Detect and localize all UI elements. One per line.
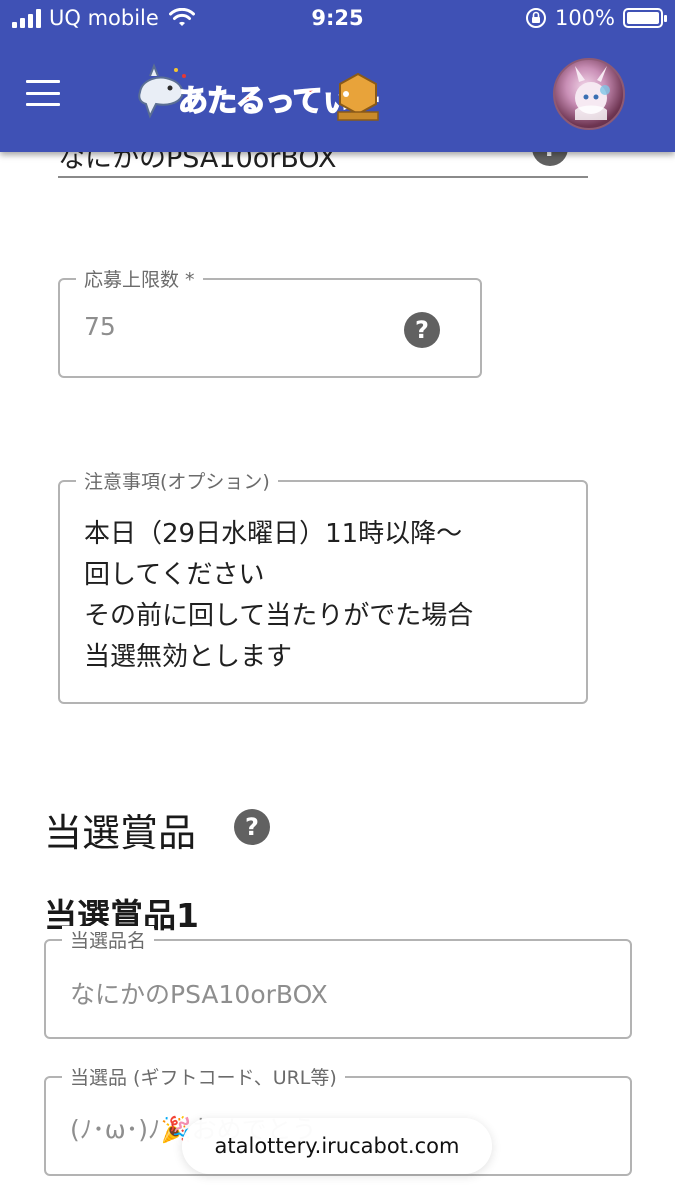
app-header: UQ mobile 9:25 100% あたるってぃー [0, 0, 675, 152]
notes-line: 回してください [84, 560, 265, 590]
notes-label: 注意事項(オプション) [76, 467, 278, 494]
url-text: atalottery.irucabot.com [214, 1134, 460, 1158]
avatar-image [575, 66, 610, 120]
lottery-machine-icon [337, 72, 379, 121]
prizes-section-title: 当選賞品 [44, 811, 197, 855]
status-bar: UQ mobile 9:25 100% [0, 0, 675, 40]
browser-url-bar[interactable]: atalottery.irucabot.com [182, 1118, 492, 1174]
max-entries-label: 応募上限数 * [76, 265, 203, 292]
prizes-help-icon[interactable]: ? [234, 809, 270, 845]
prize-name-field[interactable]: 当選品名 なにかのPSA10orBOX [44, 926, 632, 1039]
notes-line: 当選無効とします [84, 642, 293, 672]
battery-icon [623, 8, 667, 28]
app-logo[interactable]: あたるってぃー [132, 62, 382, 126]
prize-name-input[interactable]: なにかのPSA10orBOX [70, 975, 328, 1011]
notes-line: その前に回して当たりがでた場合 [84, 601, 474, 631]
prize-content-label: 当選品 (ギフトコード、URL等) [62, 1063, 345, 1090]
orientation-lock-icon [525, 8, 546, 28]
notes-line: 本日（29日水曜日）11時以降〜 [84, 519, 463, 549]
notes-textarea[interactable]: 本日（29日水曜日）11時以降〜 回してください その前に回して当たりがでた場合… [84, 514, 473, 678]
max-entries-help-icon[interactable]: ? [404, 312, 440, 348]
max-entries-field[interactable]: 応募上限数 * 75 ? [58, 265, 482, 378]
menu-button[interactable] [26, 80, 60, 106]
notes-field[interactable]: 注意事項(オプション) 本日（29日水曜日）11時以降〜 回してください その前… [58, 467, 588, 704]
max-entries-input[interactable]: 75 [84, 312, 116, 341]
prize-name-label: 当選品名 [62, 926, 155, 953]
battery-percent: 100% [554, 6, 615, 30]
user-avatar[interactable] [553, 58, 625, 130]
